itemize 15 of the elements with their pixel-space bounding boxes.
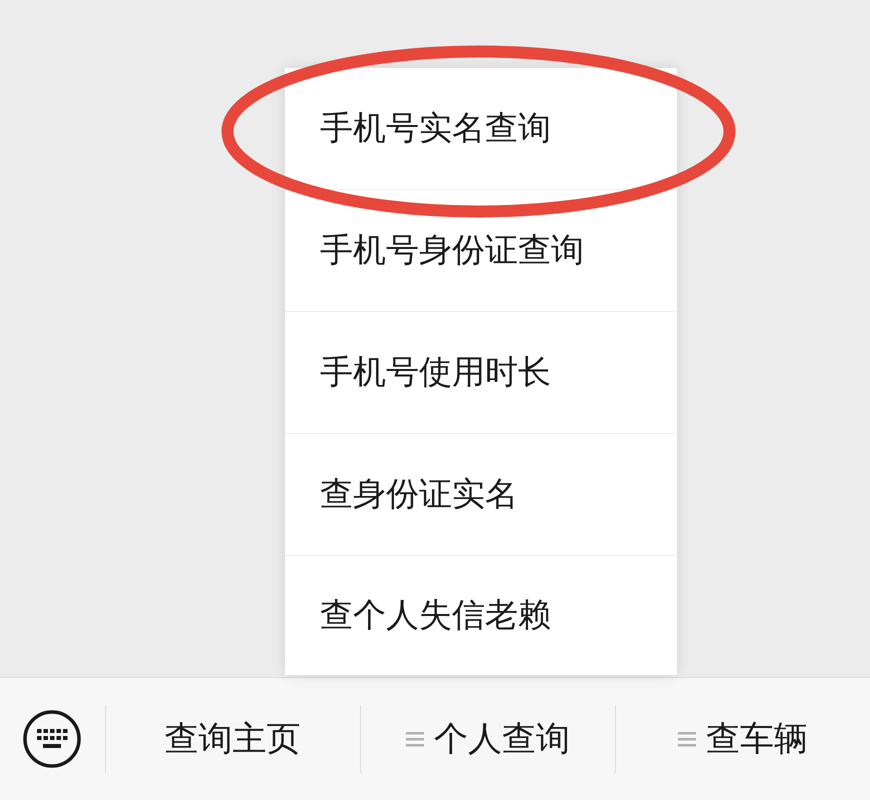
menu-item[interactable]: 查身份证实名 (285, 434, 677, 556)
menu-item[interactable]: 查个人失信老赖 (285, 556, 677, 675)
menu-item-label: 查身份证实名 (320, 473, 518, 515)
menu-item-label: 手机号身份证查询 (320, 229, 584, 271)
menu-item-label: 手机号实名查询 (320, 107, 551, 149)
submenu-icon (406, 731, 424, 747)
menu-item[interactable]: 手机号使用时长 (285, 312, 677, 434)
keyboard-icon[interactable] (23, 710, 82, 768)
submenu-icon (678, 731, 696, 747)
menu-tab[interactable]: 查车辆 (670, 712, 816, 766)
menu-item[interactable]: 手机号身份证查询 (285, 190, 677, 312)
menu-item-label: 查个人失信老赖 (320, 594, 551, 636)
menu-item-label: 手机号使用时长 (320, 351, 551, 393)
menu-tab[interactable]: 个人查询 (398, 712, 578, 766)
menu-tab[interactable]: 查询主页 (156, 712, 309, 766)
